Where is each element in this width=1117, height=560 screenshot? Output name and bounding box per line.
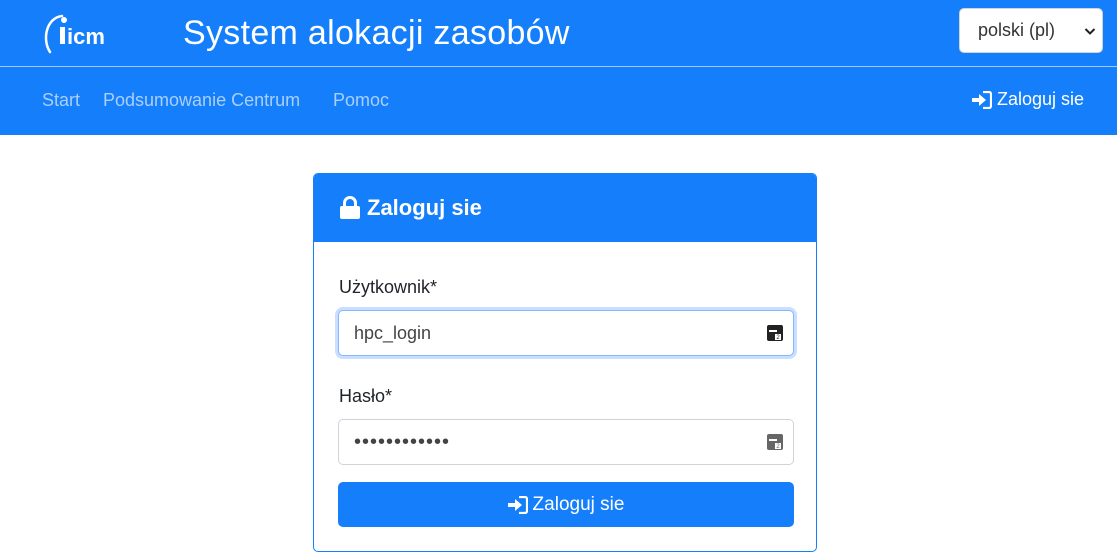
nav-item-center-summary[interactable]: Podsumowanie Centrum — [103, 90, 300, 111]
password-masked-value: •••••••••••• — [354, 431, 451, 453]
language-select[interactable]: polski (pl) — [959, 8, 1103, 53]
chevron-down-icon — [1084, 28, 1096, 35]
nav-login-label: Zaloguj sie — [997, 89, 1085, 109]
sign-in-icon — [972, 90, 992, 109]
top-header: icm System alokacji zasobów polski (pl) — [0, 0, 1117, 67]
sign-in-icon — [507, 495, 528, 514]
password-label: Hasło* — [339, 386, 393, 406]
login-submit-label: Zaloguj sie — [532, 493, 625, 515]
username-label: Użytkownik* — [339, 277, 438, 297]
login-submit-button[interactable]: Zaloguj sie — [338, 482, 794, 527]
logo-text: icm — [67, 24, 105, 49]
nav-item-start[interactable]: Start — [42, 90, 80, 111]
language-selected-value: polski (pl) — [978, 20, 1056, 40]
main-navbar: Start Podsumowanie Centrum Pomoc Zaloguj… — [0, 67, 1117, 135]
password-manager-icon[interactable]: 2 — [767, 325, 783, 341]
login-card: Zaloguj sie Użytkownik* hpc_login 2 Hasł… — [313, 173, 817, 552]
icm-logo[interactable]: icm — [40, 8, 112, 58]
username-value: hpc_login — [354, 323, 432, 343]
nav-login-link[interactable]: Zaloguj sie — [972, 89, 1084, 110]
nav-item-help[interactable]: Pomoc — [333, 90, 389, 111]
login-card-title: Zaloguj sie — [367, 195, 482, 220]
password-manager-icon[interactable]: 2 — [767, 434, 783, 450]
password-input[interactable]: •••••••••••• 2 — [338, 419, 794, 465]
login-card-header: Zaloguj sie — [314, 174, 816, 242]
app-title: System alokacji zasobów — [183, 14, 570, 52]
lock-icon — [340, 196, 360, 219]
username-input[interactable]: hpc_login 2 — [338, 310, 794, 356]
